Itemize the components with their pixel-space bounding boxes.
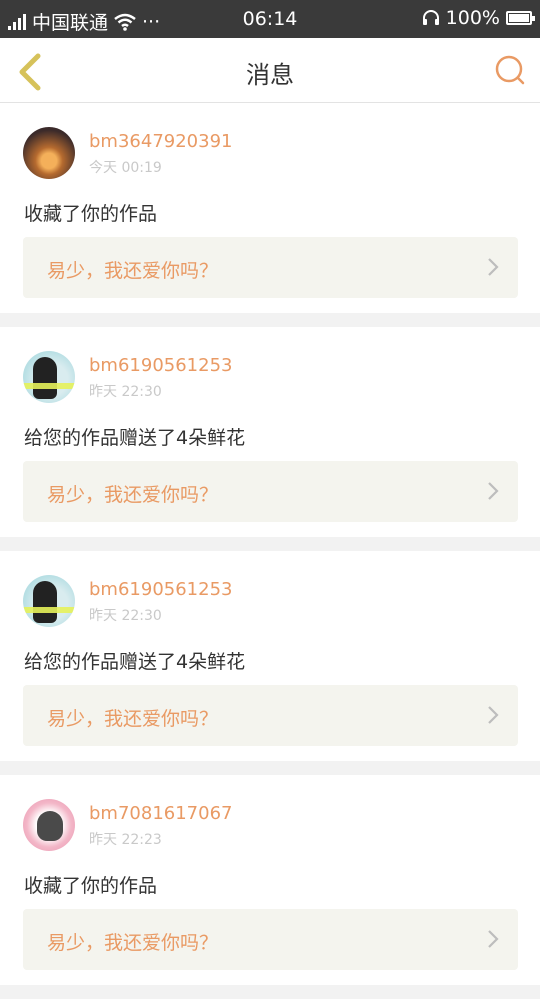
status-right: 100% [422, 7, 535, 29]
avatar[interactable] [23, 575, 75, 627]
message-card: bm7081617067 昨天 22:23 收藏了你的作品 易少，我还爱你吗？ [0, 775, 540, 985]
message-card: bm6190561253 昨天 22:30 给您的作品赠送了4朵鲜花 易少，我还… [0, 551, 540, 761]
work-title: 易少，我还爱你吗？ [47, 484, 219, 506]
battery-icon [506, 11, 535, 25]
nav-header: 消息 [0, 38, 540, 103]
avatar[interactable] [23, 799, 75, 851]
message-card: bm3647920391 今天 00:19 收藏了你的作品 易少，我还爱你吗？ [0, 103, 540, 313]
message-time: 昨天 22:30 [89, 384, 162, 400]
message-time: 昨天 22:23 [89, 832, 162, 848]
work-title: 易少，我还爱你吗？ [47, 260, 219, 282]
message-time: 今天 00:19 [89, 160, 162, 176]
username[interactable]: bm6190561253 [89, 579, 232, 600]
page-title: 消息 [246, 61, 294, 89]
status-bar: 中国联通 ··· 06:14 100% [0, 0, 540, 38]
chevron-right-icon [488, 482, 499, 500]
message-card: bm6190561253 昨天 22:30 给您的作品赠送了4朵鲜花 易少，我还… [0, 327, 540, 537]
work-link[interactable]: 易少，我还爱你吗？ [23, 461, 518, 522]
chevron-right-icon [488, 930, 499, 948]
work-link[interactable]: 易少，我还爱你吗？ [23, 685, 518, 746]
search-icon[interactable] [494, 54, 526, 86]
message-text: 给您的作品赠送了4朵鲜花 [24, 427, 246, 449]
message-time: 昨天 22:30 [89, 608, 162, 624]
message-text: 给您的作品赠送了4朵鲜花 [24, 651, 246, 673]
work-title: 易少，我还爱你吗？ [47, 708, 219, 730]
username[interactable]: bm7081617067 [89, 803, 232, 824]
username[interactable]: bm6190561253 [89, 355, 232, 376]
work-title: 易少，我还爱你吗？ [47, 932, 219, 954]
work-link[interactable]: 易少，我还爱你吗？ [23, 909, 518, 970]
avatar[interactable] [23, 351, 75, 403]
chevron-right-icon [488, 706, 499, 724]
message-text: 收藏了你的作品 [24, 875, 158, 897]
headset-icon [422, 10, 439, 25]
avatar[interactable] [23, 127, 75, 179]
chevron-right-icon [488, 258, 499, 276]
message-list: bm3647920391 今天 00:19 收藏了你的作品 易少，我还爱你吗？ … [0, 103, 540, 999]
username[interactable]: bm3647920391 [89, 131, 232, 152]
message-text: 收藏了你的作品 [24, 203, 158, 225]
battery-percent: 100% [445, 7, 500, 29]
work-link[interactable]: 易少，我还爱你吗？ [23, 237, 518, 298]
